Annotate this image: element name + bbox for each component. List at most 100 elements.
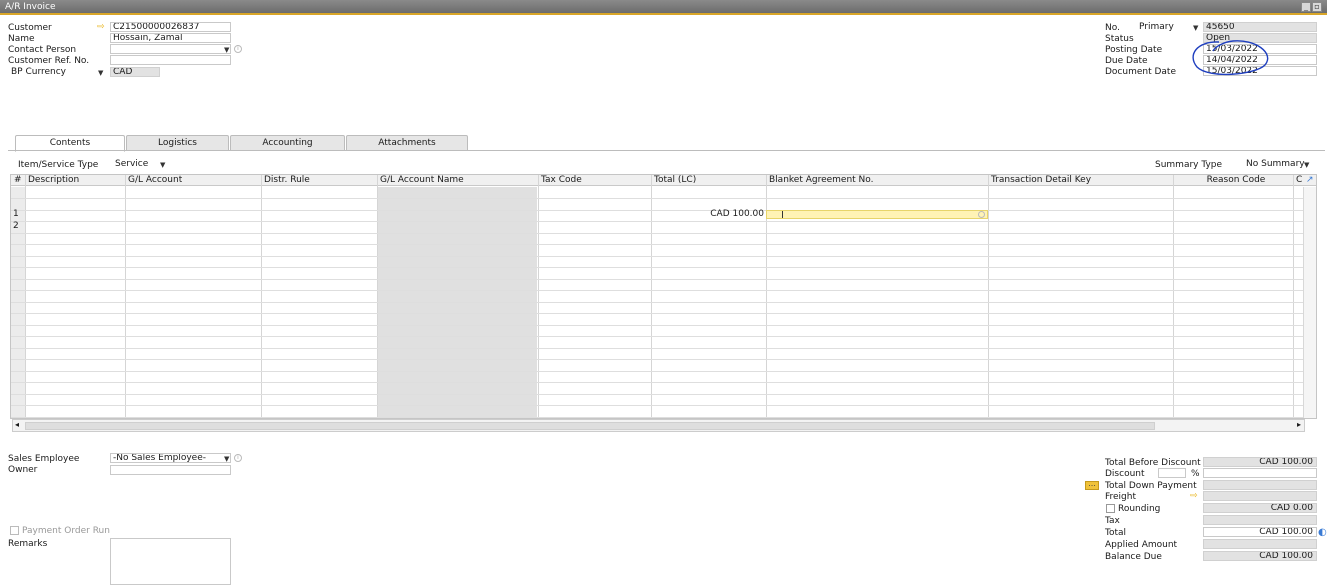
contents-grid[interactable]: # Description G/L Account Distr. Rule G/… <box>10 174 1317 419</box>
payment-order-label: Payment Order Run <box>22 526 110 536</box>
info-icon[interactable]: i <box>234 454 242 462</box>
series-value: Primary <box>1139 22 1174 32</box>
tab-label: Contents <box>49 138 91 148</box>
grid-row-line <box>11 221 1305 222</box>
discount-pct-sign: % <box>1191 469 1200 479</box>
doc-number-field: 45650 <box>1203 22 1317 32</box>
col-header-gl-account[interactable]: G/L Account <box>125 175 182 186</box>
text-cursor <box>782 211 783 218</box>
summary-type-value: No Summary <box>1246 159 1305 169</box>
col-header-distr-rule[interactable]: Distr. Rule <box>261 175 310 186</box>
grid-row-line <box>11 290 1305 291</box>
tab-label: Logistics <box>158 138 197 148</box>
col-header-num: # <box>14 175 22 185</box>
col-header-transaction-key[interactable]: Transaction Detail Key <box>988 175 1091 186</box>
summary-type-label: Summary Type <box>1155 160 1223 170</box>
vertical-scrollbar[interactable] <box>1303 187 1316 418</box>
document-date-label: Document Date <box>1105 67 1176 77</box>
col-header-gl-name[interactable]: G/L Account Name <box>377 175 464 186</box>
tab-label: Attachments <box>378 138 436 148</box>
scroll-left-icon[interactable]: ◂ <box>15 420 19 429</box>
applied-amount-label: Applied Amount <box>1105 540 1178 550</box>
owner-field[interactable] <box>110 465 231 475</box>
total-lc-cell[interactable]: CAD 100.00 <box>652 209 764 219</box>
link-arrow-icon[interactable]: ⇨ <box>1190 492 1198 501</box>
grid-row-line <box>11 394 1305 395</box>
expand-icon[interactable]: ↗ <box>1303 175 1314 186</box>
remarks-label: Remarks <box>8 539 48 549</box>
tab-logistics[interactable]: Logistics <box>126 135 229 151</box>
remarks-textarea[interactable] <box>110 538 231 585</box>
customer-field[interactable]: C21500000026837 <box>110 22 231 32</box>
total-label: Total <box>1105 528 1127 538</box>
dropdown-arrow-icon[interactable]: ▼ <box>224 46 229 54</box>
minimize-icon[interactable]: _ <box>1301 2 1311 12</box>
down-payment-button[interactable]: ... <box>1085 480 1099 490</box>
col-header-description[interactable]: Description <box>25 175 79 186</box>
grid-row-line <box>11 371 1305 372</box>
discount-label: Discount <box>1105 469 1145 479</box>
total-before-discount-field: CAD 100.00 <box>1203 457 1317 467</box>
grid-header: # Description G/L Account Distr. Rule G/… <box>11 175 1316 186</box>
active-cell-blanket-agreement[interactable] <box>766 210 988 219</box>
scroll-right-icon[interactable]: ▸ <box>1297 420 1301 429</box>
window-titlebar: A/R Invoice _ ▫ <box>0 0 1327 15</box>
scroll-thumb[interactable] <box>25 422 1155 430</box>
col-header-total-lc[interactable]: Total (LC) <box>651 175 696 186</box>
discount-amount-field[interactable] <box>1203 468 1317 478</box>
grid-row-line <box>11 348 1305 349</box>
applied-amount-field <box>1203 539 1317 549</box>
tab-attachments[interactable]: Attachments <box>346 135 468 151</box>
grid-row-line <box>11 405 1305 406</box>
row-number: 1 <box>13 209 19 219</box>
chevron-down-icon[interactable]: ▼ <box>224 455 229 463</box>
total-field[interactable]: CAD 100.00 <box>1203 527 1317 537</box>
col-header-blanket-agreement[interactable]: Blanket Agreement No. <box>766 175 874 186</box>
restore-icon[interactable]: ▫ <box>1312 2 1322 12</box>
grid-row-line <box>11 382 1305 383</box>
item-type-value: Service <box>115 159 149 169</box>
sales-employee-select[interactable]: -No Sales Employee- <box>110 453 231 463</box>
chevron-down-icon[interactable]: ▼ <box>1193 24 1198 32</box>
grid-row-line <box>11 267 1305 268</box>
tax-field <box>1203 515 1317 525</box>
grid-row-line <box>11 359 1305 360</box>
due-date-label: Due Date <box>1105 56 1148 66</box>
contact-person-field[interactable] <box>110 44 231 54</box>
horizontal-scrollbar[interactable]: ◂ ▸ <box>12 419 1305 432</box>
tab-label: Accounting <box>262 138 313 148</box>
rounding-checkbox[interactable] <box>1106 504 1115 513</box>
tab-divider <box>8 150 1325 151</box>
chevron-down-icon[interactable]: ▼ <box>160 161 165 169</box>
info-icon[interactable]: i <box>234 45 242 53</box>
status-label: Status <box>1105 34 1134 44</box>
customer-ref-field[interactable] <box>110 55 231 65</box>
doc-no-label: No. <box>1105 23 1120 33</box>
item-type-label: Item/Service Type <box>18 160 99 170</box>
chevron-down-icon[interactable]: ▼ <box>98 69 103 77</box>
invoice-window: Customer ⇨ C21500000026837 Name Hossain,… <box>0 17 1327 588</box>
col-header-reason-code[interactable]: Reason Code <box>1173 175 1296 186</box>
currency-type-select[interactable]: BP Currency <box>8 67 106 77</box>
name-field[interactable]: Hossain, Zamal <box>110 33 231 43</box>
link-circle-icon[interactable] <box>978 211 985 218</box>
discount-pct-field[interactable] <box>1158 468 1186 478</box>
freight-label: Freight <box>1105 492 1137 502</box>
row-number: 2 <box>13 221 19 231</box>
chevron-down-icon[interactable]: ▼ <box>1304 161 1309 169</box>
col-header-c[interactable]: C <box>1293 175 1302 186</box>
total-before-discount-label: Total Before Discount <box>1105 458 1201 468</box>
grid-row-line <box>11 198 1305 199</box>
window-title: A/R Invoice <box>5 2 56 12</box>
col-header-tax-code[interactable]: Tax Code <box>538 175 582 186</box>
grid-row-line <box>11 279 1305 280</box>
series-select[interactable]: Primary <box>1136 22 1200 32</box>
payment-order-checkbox[interactable] <box>10 526 19 535</box>
currency-toggle-icon[interactable]: ◐ <box>1318 527 1327 538</box>
link-arrow-icon[interactable]: ⇨ <box>97 23 105 32</box>
grid-row-line <box>11 313 1305 314</box>
customer-ref-label: Customer Ref. No. <box>8 56 90 66</box>
summary-type-select[interactable]: No Summary <box>1243 159 1309 169</box>
tab-accounting[interactable]: Accounting <box>230 135 345 151</box>
tax-label: Tax <box>1105 516 1120 526</box>
